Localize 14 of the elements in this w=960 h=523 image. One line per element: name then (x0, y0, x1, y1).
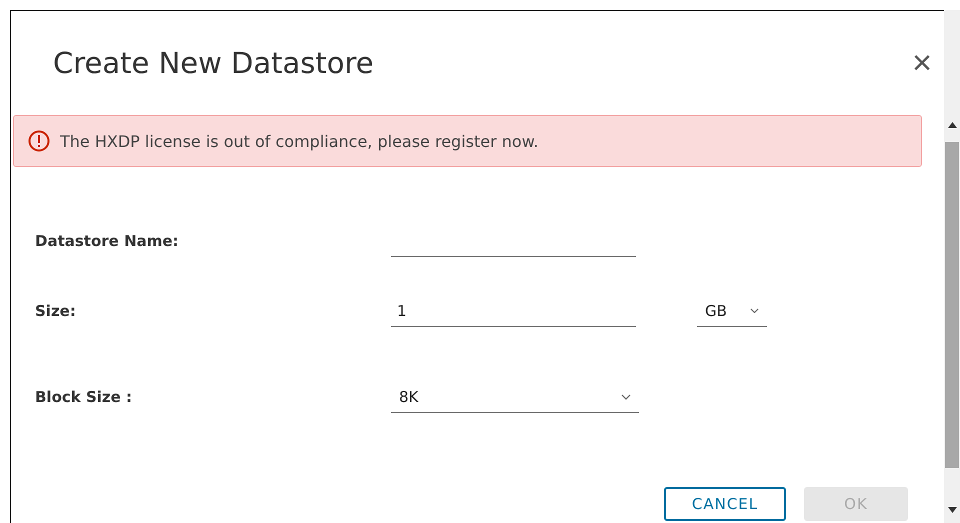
scroll-up-icon[interactable] (948, 122, 956, 128)
field-label: Size: (35, 302, 76, 320)
cancel-button[interactable]: CANCEL (664, 487, 786, 521)
scrollbar-thumb[interactable] (945, 142, 959, 468)
dialog-title: Create New Datastore (53, 46, 374, 80)
close-button[interactable]: × (910, 46, 934, 80)
chevron-down-icon (621, 394, 631, 400)
error-icon (28, 130, 50, 152)
field-label: Datastore Name: (35, 232, 179, 250)
field-label: Block Size : (35, 388, 132, 406)
scrollbar[interactable] (944, 10, 960, 523)
scroll-down-icon[interactable] (948, 507, 956, 513)
chevron-down-icon (750, 308, 759, 314)
alert-message: The HXDP license is out of compliance, please register now. (60, 132, 538, 150)
